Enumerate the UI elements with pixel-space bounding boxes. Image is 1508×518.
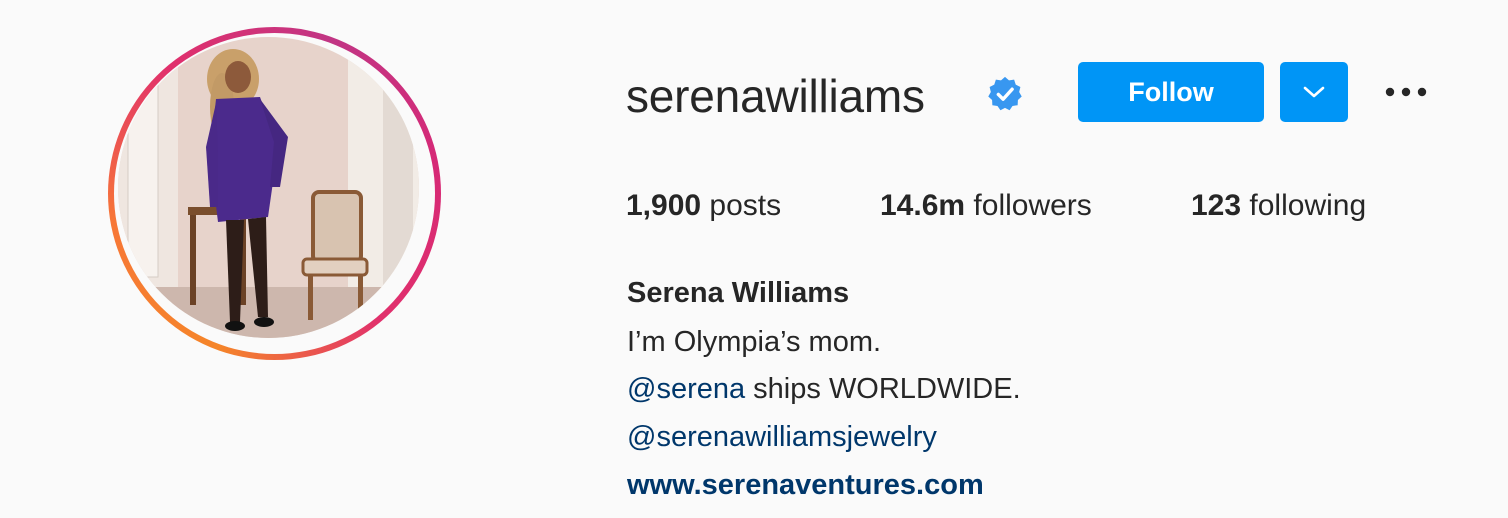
posts-count-value: 1,900 [626, 189, 702, 222]
options-button[interactable] [1380, 78, 1432, 106]
profile-avatar[interactable] [108, 27, 441, 360]
followers-count[interactable]: 14.6m followers [880, 186, 1092, 226]
follow-button[interactable]: Follow [1078, 62, 1264, 122]
posts-count: 1,900 posts [626, 186, 781, 226]
verified-badge-icon [988, 76, 1022, 111]
following-count-label: following [1249, 189, 1367, 222]
bio-line-jewelry: @serenawilliamsjewelry [627, 417, 937, 457]
following-count-value: 123 [1191, 189, 1242, 222]
bio-text: I’m Olympia’s mom. [627, 326, 882, 358]
full-name: Serena Williams [627, 277, 850, 309]
mention-link-serena[interactable]: @serena [627, 373, 745, 405]
following-count[interactable]: 123 following [1191, 186, 1366, 226]
avatar-photo-illustration [118, 37, 419, 338]
avatar-photo [118, 37, 419, 338]
followers-count-value: 14.6m [880, 189, 966, 222]
profile-header: serenawilliams Follow 1,900 posts 14.6m … [0, 0, 1508, 518]
posts-count-label: posts [709, 189, 782, 222]
mention-link-jewelry[interactable]: @serenawilliamsjewelry [627, 421, 937, 453]
bio-line-website: www.serenaventures.com [627, 465, 984, 505]
bio-line-mention: @serena ships WORLDWIDE. [627, 369, 1021, 409]
username: serenawilliams [626, 70, 925, 122]
website-link[interactable]: www.serenaventures.com [627, 469, 984, 501]
chevron-down-icon [1303, 86, 1325, 98]
followers-count-label: followers [973, 189, 1092, 222]
bio-text-ships: ships WORLDWIDE. [745, 373, 1021, 405]
more-horizontal-icon [1385, 87, 1427, 97]
follow-button-label: Follow [1128, 76, 1214, 107]
suggested-accounts-dropdown-button[interactable] [1280, 62, 1348, 122]
